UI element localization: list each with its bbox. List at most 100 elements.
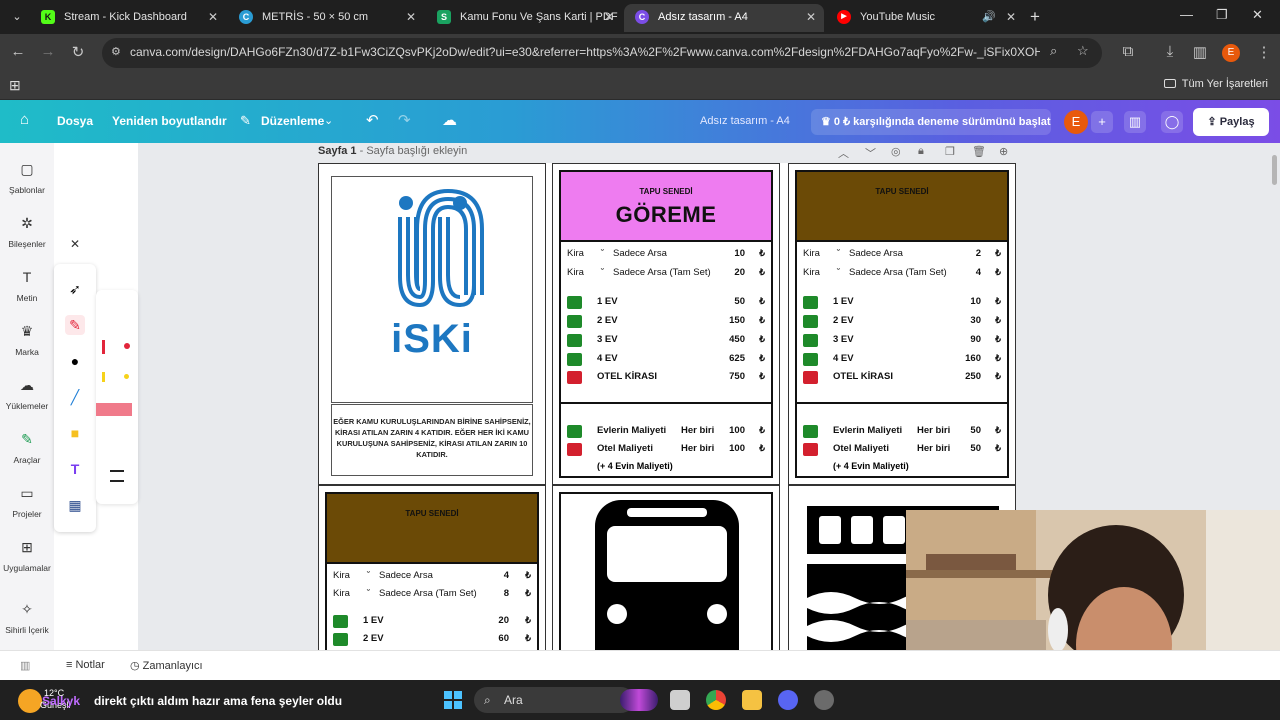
sidepanel-icon[interactable]: ▥ [1190,43,1210,61]
rail-templates[interactable]: ▢ Şablonlar [0,161,54,195]
delete-page-icon[interactable]: 🗑︎ [972,145,986,158]
table-icon[interactable]: ▦ [65,495,85,515]
bookmark-star-icon[interactable]: ☆ [1077,43,1089,59]
highlighter-swatch[interactable] [96,403,132,416]
tab-kick[interactable]: K Stream - Kick Dashboard ✕ [30,4,226,32]
rail-elements[interactable]: ✲ Bileşenler [0,215,54,249]
task-view-icon[interactable] [670,690,690,710]
home-icon[interactable]: ⌂ [20,111,29,128]
forward-icon[interactable]: → [38,43,58,60]
land-set-label: Sadece Arsa (Tam Set) [379,588,477,599]
url-text[interactable]: canva.com/design/DAHGo6FZn30/d7Z-b1Fw3Ci… [130,45,1040,59]
insights-icon[interactable]: ▥ [1124,111,1146,133]
bus-frame [559,492,773,650]
apps-grid-icon[interactable]: ⊞ [9,77,21,94]
obs-icon[interactable] [814,690,834,710]
line-icon[interactable]: ╱ [65,387,85,407]
sticky-note-icon[interactable]: ■ [65,423,85,443]
extensions-icon[interactable]: ⧉ [1118,43,1138,60]
duplicate-page-icon[interactable]: ❐ [945,145,955,158]
undo-icon[interactable]: ↶ [366,111,379,129]
close-window-icon[interactable]: ✕ [1252,7,1263,23]
bus-card[interactable] [552,485,780,650]
iski-logo-mark [398,188,484,308]
file-menu[interactable]: Dosya [57,114,93,128]
chevron-up-icon[interactable]: ︿ [838,145,849,161]
back-icon[interactable]: ← [8,43,28,60]
rail-uploads[interactable]: ☁ Yüklemeler [0,377,54,411]
pen-red-swatch[interactable] [102,340,105,354]
page-header[interactable]: Sayfa 1 - Sayfa başlığı ekleyin [318,145,467,157]
insights-icon[interactable]: ▥ [20,659,30,672]
download-icon[interactable]: ⤓ [1160,43,1180,60]
start-trial-button[interactable]: ♛ 0 ₺ karşılığında deneme sürümünü başla… [811,109,1051,135]
widget-image-icon[interactable] [620,689,658,711]
close-tab-icon[interactable]: ✕ [604,4,614,30]
reload-icon[interactable]: ↻ [68,43,88,61]
editing-menu[interactable]: Düzenleme [261,114,324,128]
redo-icon[interactable]: ↷ [398,111,411,129]
brown-deed-card[interactable]: TAPU SENEDİ Kira ˘ Sadece Arsa 2 ₺ Kira ˘ Sade… [788,163,1016,485]
house-label: 3 EV [833,334,854,345]
resize-menu[interactable]: Yeniden boyutlandır [112,114,227,128]
file-explorer-icon[interactable] [742,690,762,710]
speaker-icon[interactable]: 🔊 [982,4,996,30]
all-bookmarks[interactable]: Tüm Yer İşaretleri [1163,78,1268,90]
rail-brand[interactable]: ♛ Marka [0,323,54,357]
minimize-icon[interactable]: — [1180,7,1193,22]
close-panel-icon[interactable]: ✕ [65,234,85,254]
user-avatar[interactable]: E [1064,110,1088,134]
new-tab-icon[interactable]: + [1030,7,1040,27]
close-tab-icon[interactable]: ✕ [806,4,816,30]
discord-icon[interactable] [778,690,798,710]
close-tab-icon[interactable]: ✕ [406,4,416,30]
page-title-placeholder[interactable]: Sayfa başlığı ekleyin [366,145,467,157]
chevron-down-icon[interactable]: ﹀ [865,145,876,161]
iski-card[interactable]: iSKi EĞER KAMU KURULUŞLARINDAN BİRİNE SA… [318,163,546,485]
close-tab-icon[interactable]: ✕ [1006,4,1016,30]
marker-icon[interactable]: ● [65,351,85,371]
timer-button[interactable]: ◷ Zamanlayıcı [130,659,203,672]
chrome-icon[interactable] [706,690,726,710]
stroke-weight-icon[interactable] [110,470,124,482]
restore-icon[interactable]: ❐ [1216,7,1228,23]
pen-icon[interactable]: ✎ [65,315,85,335]
rail-label: Bileşenler [8,239,46,249]
tab-canva-design[interactable]: C Adsız tasarım - A4 ✕ [624,4,824,32]
hotel-cost-note: (+ 4 Evin Maliyeti) [833,461,909,471]
windows-start-icon[interactable] [444,691,462,709]
share-button[interactable]: ⇪ Paylaş [1193,108,1269,136]
rail-draw-tools[interactable]: ✎ Araçlar [0,431,54,465]
rail-projects[interactable]: ▭ Projeler [0,485,54,519]
tab-search-icon[interactable]: ⌄ [8,8,26,26]
pen-yellow-swatch[interactable] [102,372,105,382]
close-tab-icon[interactable]: ✕ [208,4,218,30]
cloud-sync-icon[interactable]: ☁ [442,111,457,129]
rail-magic-media[interactable]: ✧ Sihirli İçerik [0,601,54,635]
design-title[interactable]: Adsız tasarım - A4 [700,115,790,127]
weather-sun-icon[interactable] [18,689,42,713]
comment-icon[interactable]: ◯ [1161,111,1183,133]
add-page-icon[interactable]: ⊕ [999,145,1008,158]
taskbar-search[interactable]: ⌕ Ara [474,687,634,713]
chevron-down-icon[interactable]: ⌄ [324,114,333,127]
rail-apps[interactable]: ⊞ Uygulamalar [0,539,54,573]
rail-text[interactable]: T Metin [0,269,54,303]
profile-avatar[interactable]: E [1222,44,1240,62]
notes-button[interactable]: ≡ Notlar [66,659,105,671]
goreme-deed-card[interactable]: TAPU SENEDİ GÖREME Kira ˘ Sadece Arsa 10 ₺ K… [552,163,780,485]
tab-metris[interactable]: C METRİS - 50 × 50 cm ✕ [228,4,424,32]
menu-icon[interactable]: ⋮ [1254,43,1274,61]
tab-youtube-music[interactable]: ▶ YouTube Music 🔊 ✕ [826,4,1024,32]
address-bar[interactable]: ⚙ canva.com/design/DAHGo6FZn30/d7Z-b1Fw3… [102,38,1102,68]
tab-scribd[interactable]: S Kamu Fonu Ve Şans Karti | PDF ✕ [426,4,622,32]
hide-page-icon[interactable]: ◎ [891,145,901,158]
zoom-icon[interactable]: ⌕ [1050,43,1057,59]
lock-icon[interactable]: 🔒︎ [918,145,924,158]
select-arrow-icon[interactable]: ➶ [65,279,85,299]
vertical-scrollbar[interactable] [1272,155,1277,185]
text-tool-icon[interactable]: T [65,459,85,479]
brown-deed-card-2[interactable]: TAPU SENEDİ Kira ˘ Sadece Arsa 4 ₺ Kira ˘ Sade… [318,485,546,650]
add-collaborator-icon[interactable]: + [1091,111,1113,133]
site-info-icon[interactable]: ⚙ [111,45,121,58]
